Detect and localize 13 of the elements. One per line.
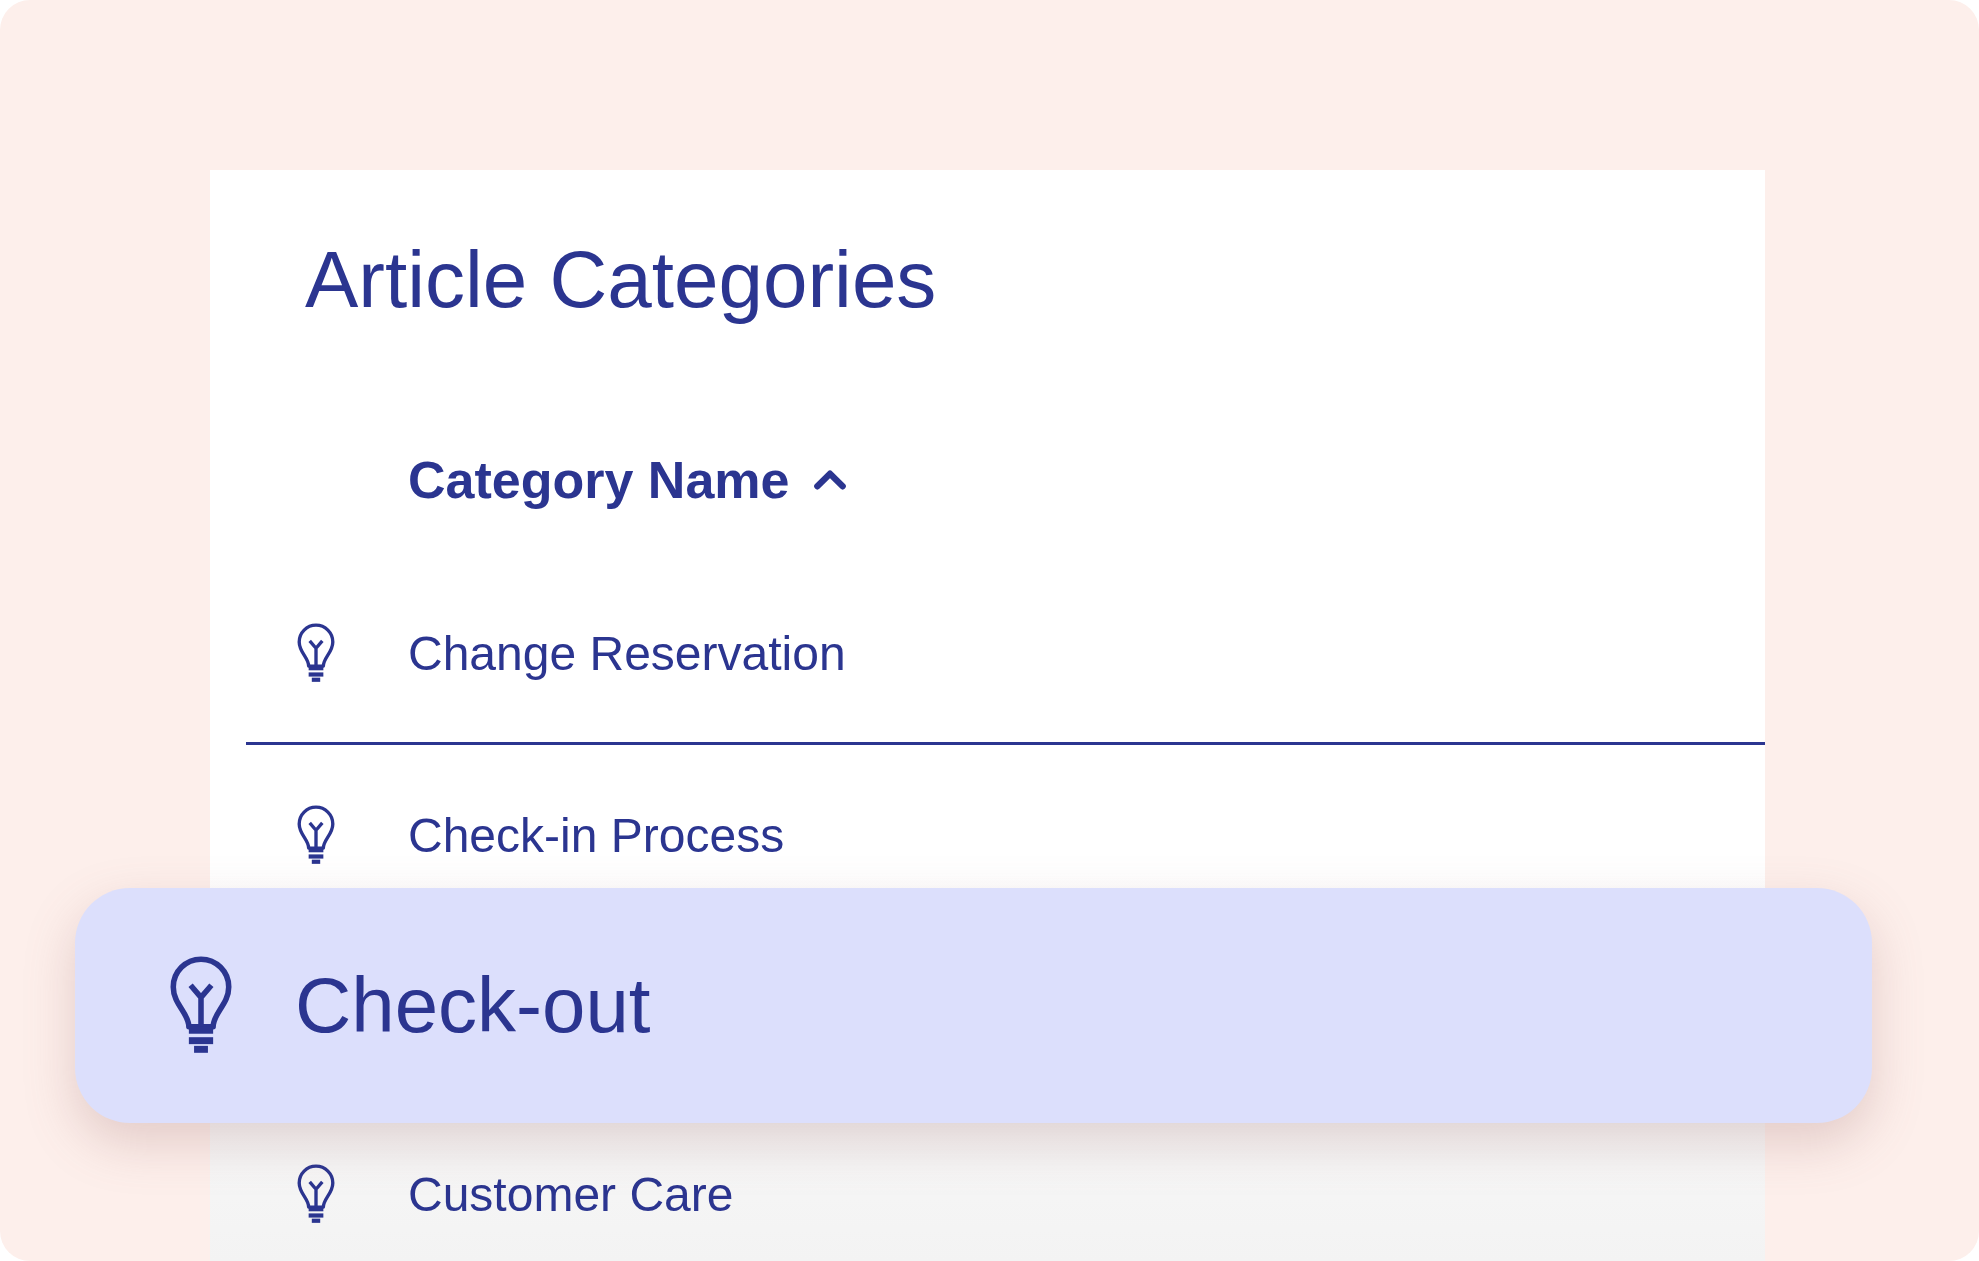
category-name: Customer Care — [408, 1167, 734, 1222]
lightbulb-icon — [295, 622, 337, 685]
lightbulb-icon — [295, 1163, 337, 1226]
category-name: Change Reservation — [408, 626, 846, 681]
category-row[interactable]: Change Reservation — [246, 565, 1765, 745]
page-title: Article Categories — [305, 234, 938, 326]
category-row[interactable]: Check-out — [75, 888, 1872, 1123]
column-header[interactable]: Category Name — [408, 440, 850, 520]
category-row[interactable]: Check-in Process — [246, 745, 1765, 888]
lightbulb-icon — [295, 803, 337, 867]
category-row[interactable]: Customer Care — [246, 1123, 1765, 1261]
category-name: Check-in Process — [408, 807, 785, 863]
category-name: Check-out — [295, 960, 651, 1051]
